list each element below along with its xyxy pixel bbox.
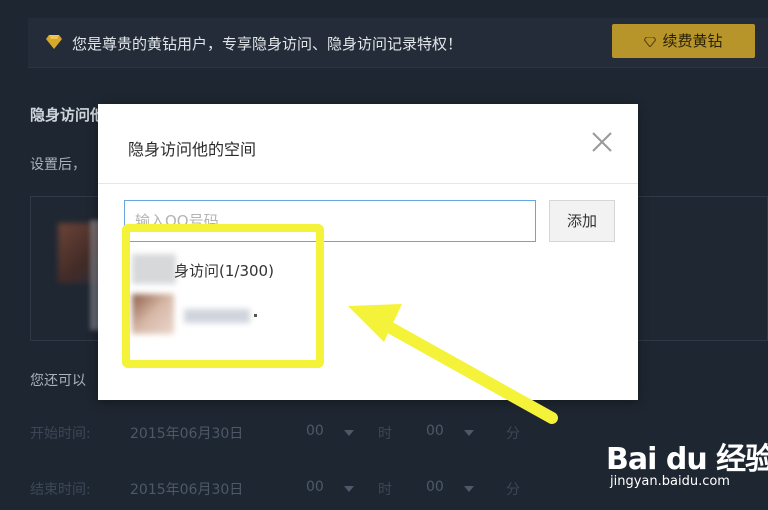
vip-message: 您是尊贵的黄钻用户，专享隐身访问、隐身访问记录特权！ xyxy=(72,35,463,53)
start-time-label: 开始时间: xyxy=(30,426,91,442)
end-date-field[interactable]: 2015年06月30日 xyxy=(130,479,243,499)
baidu-watermark: Bai du 经验 jingyan.baidu.com xyxy=(600,420,768,510)
section-note: 设置后， xyxy=(30,157,86,173)
hour-unit: 时 xyxy=(378,426,392,442)
dialog-divider xyxy=(98,183,638,184)
chevron-down-icon[interactable] xyxy=(464,430,474,436)
chevron-down-icon[interactable] xyxy=(464,486,474,492)
chevron-down-icon[interactable] xyxy=(344,486,354,492)
minute-unit: 分 xyxy=(506,426,520,442)
dialog-title: 隐身访问他的空间 xyxy=(128,140,257,159)
arrow-icon xyxy=(348,304,558,424)
renew-vip-label: 续费黄钻 xyxy=(662,32,723,50)
end-minute-select[interactable]: 00 xyxy=(426,479,444,495)
diamond-icon xyxy=(46,35,62,49)
watermark-logo: Bai du 经验 xyxy=(606,442,768,477)
end-hour-select[interactable]: 00 xyxy=(306,479,324,495)
end-time-label: 结束时间: xyxy=(30,482,91,498)
also-text: 您还可以 xyxy=(30,373,86,389)
close-icon[interactable] xyxy=(590,130,614,154)
start-date-field[interactable]: 2015年06月30日 xyxy=(130,423,243,443)
renew-vip-button[interactable]: 续费黄钻 xyxy=(612,24,755,58)
start-hour-select[interactable]: 00 xyxy=(306,423,324,439)
minute-unit: 分 xyxy=(506,482,520,498)
highlight-rectangle xyxy=(122,224,324,368)
add-button[interactable]: 添加 xyxy=(549,200,615,242)
vip-banner: 您是尊贵的黄钻用户，专享隐身访问、隐身访问记录特权！ 续费黄钻 xyxy=(28,18,768,68)
end-time-row: 结束时间: 2015年06月30日 00 时 00 分 xyxy=(30,474,550,504)
watermark-url: jingyan.baidu.com xyxy=(610,474,730,489)
hour-unit: 时 xyxy=(378,482,392,498)
chevron-down-icon[interactable] xyxy=(344,430,354,436)
diamond-icon xyxy=(644,36,657,47)
